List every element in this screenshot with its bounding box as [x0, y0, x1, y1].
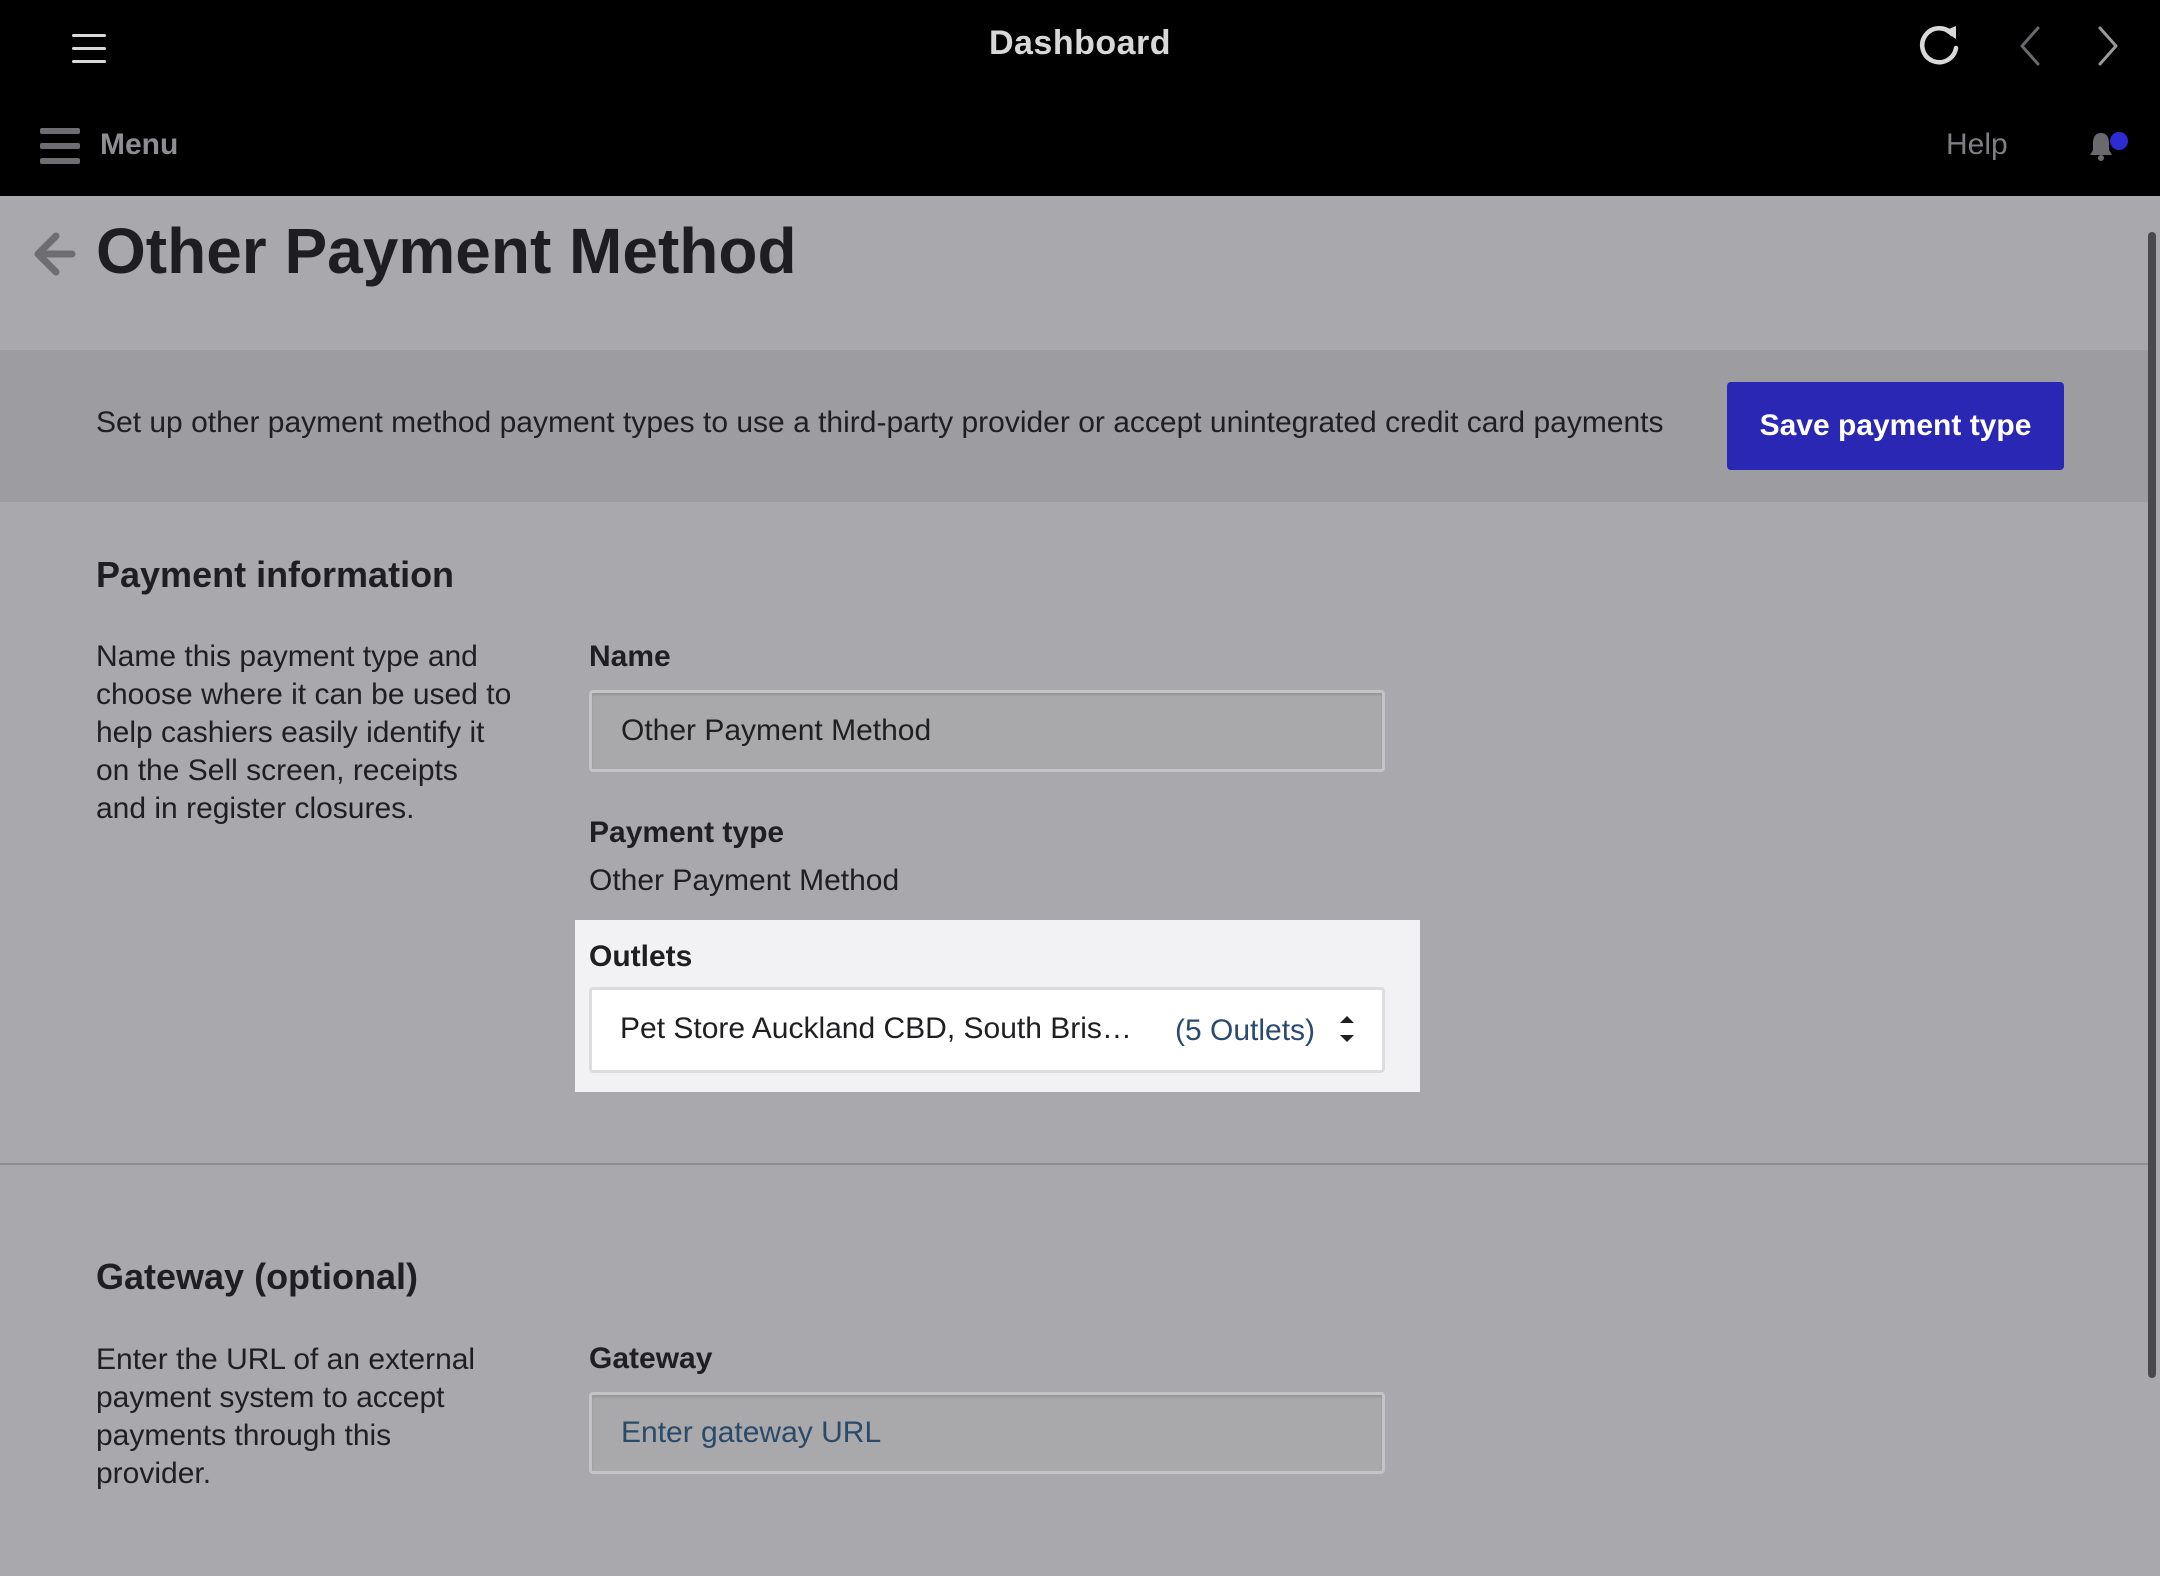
page-title: Other Payment Method — [96, 215, 797, 287]
section-divider — [0, 1163, 2150, 1165]
name-label: Name — [589, 640, 671, 673]
scrollbar[interactable] — [2148, 232, 2156, 1378]
payment-information-description: Name this payment type and choose where … — [96, 640, 512, 825]
payment-type-label: Payment type — [589, 816, 785, 849]
outlets-count: (5 Outlets) — [1175, 1014, 1316, 1047]
app-navbar — [0, 98, 2160, 196]
notification-dot — [2110, 132, 2128, 150]
select-stepper-icon[interactable] — [1336, 1008, 1358, 1050]
back-icon[interactable] — [2016, 24, 2044, 68]
browser-title: Dashboard — [988, 24, 1172, 62]
outlets-label: Outlets — [589, 940, 693, 973]
reload-icon[interactable] — [1916, 22, 1962, 68]
page-description: Set up other payment method payment type… — [96, 406, 1664, 439]
gateway-label: Gateway — [589, 1342, 713, 1375]
gateway-description: Enter the URL of an external payment sys… — [96, 1343, 476, 1490]
payment-information-title: Payment information — [96, 554, 455, 595]
gateway-title: Gateway (optional) — [96, 1256, 419, 1297]
menu-icon[interactable] — [40, 128, 80, 164]
outlets-selected-value: Pet Store Auckland CBD, South Brisba… — [620, 1012, 1140, 1045]
gateway-url-input[interactable] — [589, 1392, 1385, 1474]
name-input[interactable] — [589, 690, 1385, 772]
help-link[interactable]: Help — [1946, 128, 2008, 162]
forward-icon[interactable] — [2094, 24, 2122, 68]
menu-button[interactable]: Menu — [100, 128, 178, 162]
back-arrow-icon[interactable] — [32, 230, 76, 278]
bell-icon[interactable] — [2088, 130, 2114, 162]
save-payment-type-button[interactable]: Save payment type — [1727, 382, 2064, 470]
payment-type-value: Other Payment Method — [589, 864, 900, 897]
